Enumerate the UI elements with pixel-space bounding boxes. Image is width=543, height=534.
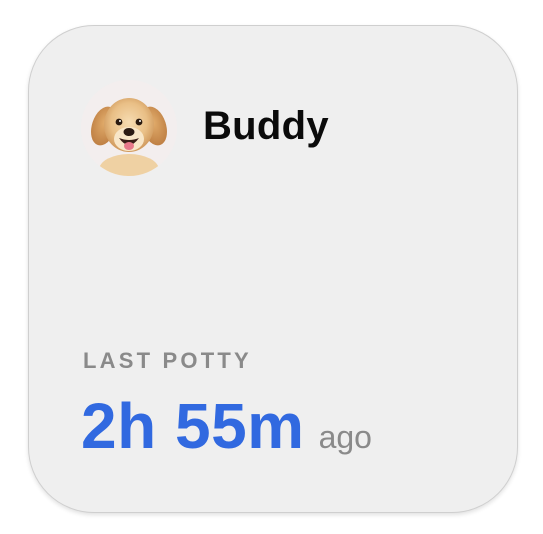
pet-name: Buddy	[203, 104, 329, 148]
elapsed-time-row: 2h 55m ago	[81, 386, 372, 466]
potty-tracker-widget[interactable]: Buddy LAST POTTY 2h 55m ago	[28, 25, 518, 513]
elapsed-time-suffix: ago	[318, 419, 372, 455]
puppy-icon	[81, 80, 177, 176]
last-potty-label: LAST POTTY	[83, 348, 252, 373]
pet-avatar	[81, 80, 177, 176]
elapsed-time-value: 2h 55m	[81, 390, 305, 462]
